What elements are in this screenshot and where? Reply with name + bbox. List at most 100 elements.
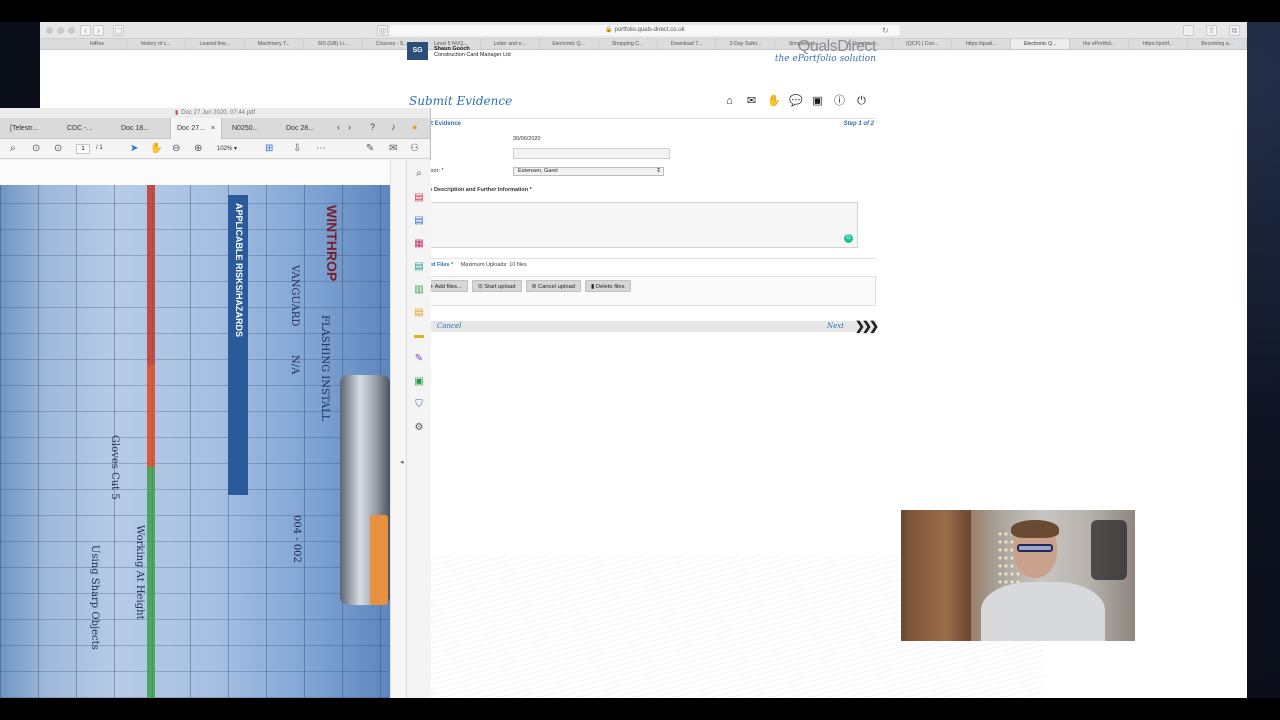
organize-pages-icon[interactable]: ▦ <box>413 238 425 250</box>
browser-tab[interactable]: the ePortfoli... <box>1070 39 1130 49</box>
next-link[interactable]: Next <box>827 322 844 330</box>
browser-tab[interactable]: SIS (GB) Li... <box>304 39 363 49</box>
hand-tool-icon[interactable]: ✋ <box>150 143 162 155</box>
browser-tab[interactable]: Machinery T... <box>245 39 304 49</box>
date-value: 30/06/2020 <box>513 136 541 142</box>
sidebar-toggle-icon[interactable]: ▢ <box>113 25 124 36</box>
step-indicator: Step 1 of 2 <box>843 121 874 127</box>
cancel-upload-button[interactable]: ⊘ Cancel upload <box>525 280 582 292</box>
close-tab-icon[interactable]: × <box>211 125 215 132</box>
pdf-window-title: ▮ Doc 27 Jun 2020, 07:44.pdf <box>0 108 430 118</box>
edit-pdf-icon[interactable]: ▥ <box>413 284 425 296</box>
next-arrows-icon[interactable]: ❯❯❯ <box>855 319 879 333</box>
fit-page-icon[interactable]: ⊞ <box>265 143 273 155</box>
letterbox-bottom <box>0 698 1280 720</box>
delete-files-button[interactable]: ▮ Delete files <box>585 280 631 292</box>
nav-icons: ⌂ ✉ ✋ 💬 ▣ ⓘ ⏻ <box>723 96 868 107</box>
messages-icon[interactable]: 💬 <box>789 96 803 107</box>
address-bar[interactable]: 🔒 portfolio.quals-direct.co.uk <box>390 25 900 36</box>
forward-icon[interactable]: › <box>93 25 104 36</box>
browser-tab[interactable]: history of c... <box>127 39 186 49</box>
add-user-icon[interactable]: ⚇ <box>410 143 419 155</box>
pdf-file-icon: ▮ <box>174 110 179 116</box>
share-icon[interactable]: ⇪ <box>1206 25 1217 36</box>
title-input[interactable] <box>513 148 670 159</box>
files-label: ed Files * <box>429 262 454 268</box>
select-cursor-icon[interactable]: ➤ <box>130 143 138 155</box>
qualsdirect-logo[interactable]: QualsDirect the ePortfolio solution <box>775 38 877 64</box>
cancel-upload-label: Cancel upload <box>537 284 576 290</box>
more-icon[interactable]: ⋯ <box>316 143 326 155</box>
close-window-button[interactable] <box>46 27 53 34</box>
zoom-value: 102% <box>217 146 233 152</box>
bell-icon[interactable]: ♪ <box>391 122 396 132</box>
handwriting: N/A <box>289 355 300 375</box>
help-icon[interactable]: ? <box>370 122 375 132</box>
create-pdf-icon[interactable]: ▤ <box>413 192 425 204</box>
zoom-tool-icon[interactable]: ⌕ <box>413 168 425 180</box>
browser-tab[interactable]: HiRes <box>68 39 127 49</box>
clipboard-tab <box>370 515 388 605</box>
reload-icon[interactable]: ↻ <box>882 25 889 36</box>
cancel-link[interactable]: Cancel <box>437 322 461 330</box>
zoom-select[interactable]: 102% ▾ <box>217 144 253 154</box>
handshake-icon[interactable]: ✋ <box>767 96 781 107</box>
inbox-icon[interactable]: ✉ <box>745 96 758 107</box>
upload-panel: + Add files... ⊙ Start upload ⊘ Cancel u… <box>409 276 876 306</box>
tabs-left-icon[interactable]: ‹ <box>337 122 340 132</box>
zoom-in-icon[interactable]: ⊕ <box>194 143 202 155</box>
user-logo: SG <box>407 42 428 60</box>
info-icon[interactable]: ⓘ <box>833 96 846 107</box>
webcam-door <box>906 510 971 641</box>
scroll-mode-icon[interactable]: ⇩ <box>293 143 301 155</box>
combine-files-icon[interactable]: ▤ <box>413 215 425 227</box>
webcam-person-glasses <box>1017 544 1053 552</box>
briefcase-icon[interactable]: ▣ <box>811 96 824 107</box>
zoom-out-icon[interactable]: ⊖ <box>172 143 180 155</box>
page-number-input[interactable]: 1 <box>76 144 90 154</box>
pdf-tab[interactable]: [Telestr... <box>10 118 38 139</box>
pdf-tab-active[interactable]: Doc 27... × <box>170 118 223 139</box>
comment-icon[interactable]: ▬ <box>413 330 425 342</box>
privacy-icon[interactable]: ◎ <box>377 25 388 36</box>
download-icon[interactable]: ◌ <box>1183 25 1194 36</box>
tab-overview-icon[interactable]: ⧉ <box>1229 25 1240 36</box>
pdf-canvas[interactable]: APPLICABLE RISKS/HAZARDS WINTHROP FLASHI… <box>0 160 406 698</box>
profile-icon[interactable]: ● <box>412 122 417 132</box>
collapse-sidebar-icon[interactable]: ◂ <box>400 458 404 466</box>
assessor-select[interactable]: Estensen, Garet <box>513 167 664 176</box>
browser-tab[interactable]: https://portf... <box>1129 39 1189 49</box>
scan-icon[interactable]: ▣ <box>413 376 425 388</box>
email-icon[interactable]: ✉ <box>389 143 397 155</box>
start-upload-button[interactable]: ⊙ Start upload <box>471 280 522 292</box>
logout-icon[interactable]: ⏻ <box>855 96 868 107</box>
browser-tab[interactable]: https://quali... <box>952 39 1012 49</box>
pdf-viewer-window: ▮ Doc 27 Jun 2020, 07:44.pdf [Telestr... … <box>0 108 431 698</box>
zoom-window-button[interactable] <box>68 27 75 34</box>
pdf-tab[interactable]: N0250... <box>232 118 258 139</box>
send-review-icon[interactable]: ▤ <box>413 307 425 319</box>
browser-tab[interactable]: Leased line... <box>186 39 245 49</box>
pdf-scrollbar[interactable] <box>390 160 406 698</box>
description-textarea[interactable]: G <box>429 202 858 248</box>
search-icon[interactable]: ⌕ <box>10 143 16 155</box>
prev-page-icon[interactable]: ⊙ <box>32 143 40 155</box>
browser-tab[interactable]: (QCF) | Con... <box>893 39 953 49</box>
minimize-window-button[interactable] <box>57 27 64 34</box>
next-page-icon[interactable]: ⊙ <box>54 143 62 155</box>
protect-icon[interactable]: ⛉ <box>413 399 425 411</box>
browser-tab[interactable]: Becoming a... <box>1188 39 1248 49</box>
back-icon[interactable]: ‹ <box>80 25 91 36</box>
browser-tab-active[interactable]: Electronic Q... <box>1011 39 1071 49</box>
handwriting: VANGUARD <box>289 265 300 327</box>
tabs-right-icon[interactable]: › <box>348 122 351 132</box>
export-pdf-icon[interactable]: ▤ <box>413 261 425 273</box>
pdf-tab[interactable]: Doc 18... <box>121 118 149 139</box>
more-tools-icon[interactable]: ⚙ <box>413 422 425 434</box>
home-icon[interactable]: ⌂ <box>723 96 736 107</box>
pdf-tab[interactable]: Doc 28... <box>286 118 314 139</box>
grammarly-icon[interactable]: G <box>844 234 853 243</box>
edit-icon[interactable]: ✎ <box>366 143 374 155</box>
fill-sign-icon[interactable]: ✎ <box>413 353 425 365</box>
pdf-tab[interactable]: CDC -... <box>67 118 92 139</box>
